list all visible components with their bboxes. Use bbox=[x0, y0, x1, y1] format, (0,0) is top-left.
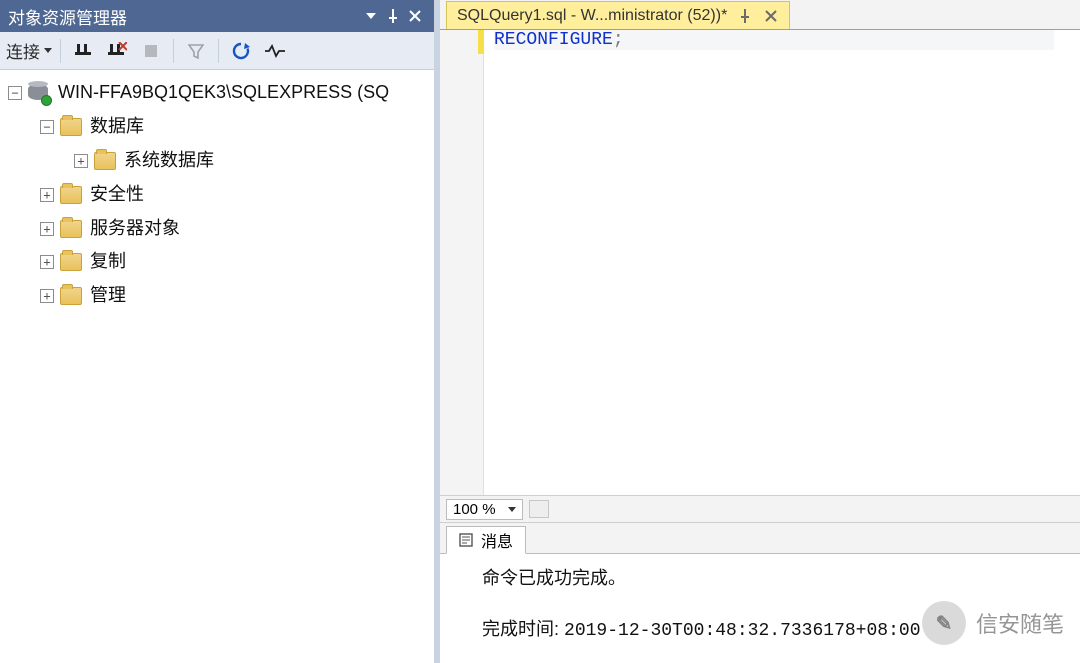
message-success-text: 命令已成功完成。 bbox=[482, 562, 1060, 594]
folder-icon bbox=[60, 287, 82, 305]
connect-label: 连接 bbox=[6, 38, 42, 63]
tree-node-label: 数据库 bbox=[90, 113, 144, 141]
expand-icon[interactable]: + bbox=[40, 188, 54, 202]
pin-icon[interactable] bbox=[737, 8, 753, 24]
messages-icon bbox=[459, 532, 475, 548]
document-tab-strip: SQLQuery1.sql - W...ministrator (52))* bbox=[440, 0, 1080, 30]
sql-editor[interactable]: RECONFIGURE; bbox=[440, 30, 1080, 495]
collapse-icon[interactable]: − bbox=[40, 120, 54, 134]
document-tab[interactable]: SQLQuery1.sql - W...ministrator (52))* bbox=[446, 1, 790, 29]
messages-output: 命令已成功完成。 完成时间: 2019-12-30T00:48:32.73361… bbox=[440, 553, 1080, 663]
messages-tab[interactable]: 消息 bbox=[446, 526, 526, 554]
connect-icon[interactable] bbox=[69, 36, 97, 66]
tree-folder-node[interactable]: + 服务器对象 bbox=[0, 212, 434, 246]
tree-folder-node[interactable]: + 复制 bbox=[0, 245, 434, 279]
tree-node-label: 安全性 bbox=[90, 181, 144, 209]
editor-panel: SQLQuery1.sql - W...ministrator (52))* R… bbox=[440, 0, 1080, 663]
panel-menu-caret-icon[interactable] bbox=[360, 5, 382, 27]
timestamp-value: 2019-12-30T00:48:32.7336178+08:00 bbox=[564, 621, 920, 641]
messages-tab-label: 消息 bbox=[481, 528, 513, 552]
editor-gutter bbox=[440, 30, 484, 495]
connect-dropdown[interactable]: 连接 bbox=[6, 36, 52, 66]
toolbar-separator bbox=[173, 39, 174, 63]
stop-icon[interactable] bbox=[137, 36, 165, 66]
filter-icon[interactable] bbox=[182, 36, 210, 66]
zoom-bar: 100 % bbox=[440, 495, 1080, 523]
activity-icon[interactable] bbox=[261, 36, 289, 66]
tree-node-label: 复制 bbox=[90, 248, 126, 276]
close-icon[interactable] bbox=[404, 5, 426, 27]
expand-icon[interactable]: + bbox=[40, 255, 54, 269]
expand-icon[interactable]: + bbox=[74, 154, 88, 168]
expand-icon[interactable]: + bbox=[40, 289, 54, 303]
object-explorer-toolbar: 连接 bbox=[0, 32, 434, 70]
tree-node-label: 系统数据库 bbox=[124, 147, 214, 175]
pin-icon[interactable] bbox=[382, 5, 404, 27]
splitter-handle[interactable] bbox=[529, 500, 549, 518]
tree-folder-node[interactable]: + 系统数据库 bbox=[0, 144, 434, 178]
tree-server-node[interactable]: − WIN-FFA9BQ1QEK3\SQLEXPRESS (SQ bbox=[0, 76, 434, 110]
zoom-dropdown[interactable]: 100 % bbox=[446, 499, 523, 520]
tree-folder-node[interactable]: + 管理 bbox=[0, 279, 434, 313]
folder-icon bbox=[60, 186, 82, 204]
results-tab-strip: 消息 bbox=[440, 523, 1080, 553]
execution-marker bbox=[478, 30, 484, 54]
sql-keyword: RECONFIGURE bbox=[494, 30, 613, 50]
tree-node-label: 服务器对象 bbox=[90, 215, 180, 243]
close-icon[interactable] bbox=[763, 8, 779, 24]
folder-icon bbox=[60, 220, 82, 238]
panel-title-text: 对象资源管理器 bbox=[8, 4, 360, 29]
server-icon bbox=[28, 82, 50, 104]
document-tab-label: SQLQuery1.sql - W...ministrator (52))* bbox=[457, 7, 727, 25]
chevron-down-icon bbox=[44, 48, 52, 53]
object-explorer-titlebar: 对象资源管理器 bbox=[0, 0, 434, 32]
timestamp-label: 完成时间: bbox=[482, 619, 559, 639]
sql-punct: ; bbox=[613, 30, 624, 50]
tree-node-label: 管理 bbox=[90, 282, 126, 310]
object-explorer-panel: 对象资源管理器 连接 bbox=[0, 0, 440, 663]
chevron-down-icon bbox=[508, 507, 516, 512]
zoom-value: 100 % bbox=[453, 501, 496, 518]
collapse-icon[interactable]: − bbox=[8, 86, 22, 100]
tree-node-label: WIN-FFA9BQ1QEK3\SQLEXPRESS (SQ bbox=[58, 79, 389, 107]
code-area[interactable]: RECONFIGURE; bbox=[484, 30, 1064, 495]
folder-icon bbox=[60, 253, 82, 271]
toolbar-separator bbox=[218, 39, 219, 63]
folder-icon bbox=[94, 152, 116, 170]
object-explorer-tree: − WIN-FFA9BQ1QEK3\SQLEXPRESS (SQ − 数据库 +… bbox=[0, 70, 434, 663]
refresh-icon[interactable] bbox=[227, 36, 255, 66]
folder-icon bbox=[60, 118, 82, 136]
tree-folder-node[interactable]: − 数据库 bbox=[0, 110, 434, 144]
toolbar-separator bbox=[60, 39, 61, 63]
message-timestamp-row: 完成时间: 2019-12-30T00:48:32.7336178+08:00 bbox=[482, 613, 1060, 647]
expand-icon[interactable]: + bbox=[40, 222, 54, 236]
tree-folder-node[interactable]: + 安全性 bbox=[0, 178, 434, 212]
disconnect-icon[interactable] bbox=[103, 36, 131, 66]
